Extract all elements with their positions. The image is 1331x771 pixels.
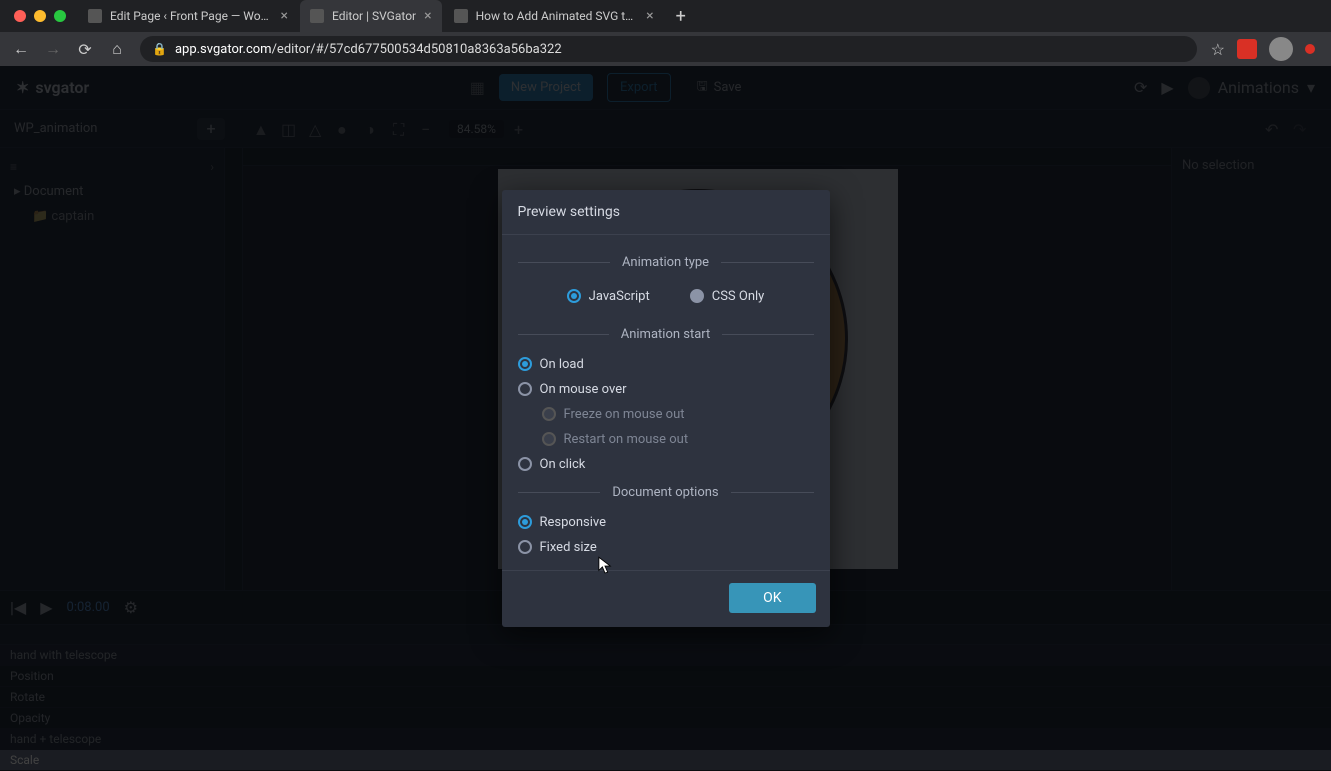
section-animation-type: Animation type xyxy=(518,255,814,270)
tab-title: How to Add Animated SVG to W xyxy=(476,9,639,23)
radio-on-mouse-over[interactable]: On mouse over xyxy=(518,377,814,402)
browser-chrome: Edit Page ‹ Front Page — WordP × Editor … xyxy=(0,0,1331,66)
radio-on-load[interactable]: On load xyxy=(518,352,814,377)
extension-icon[interactable] xyxy=(1237,39,1257,59)
notification-dot xyxy=(1305,44,1315,54)
lock-icon: 🔒 xyxy=(152,42,167,56)
section-animation-start: Animation start xyxy=(518,327,814,342)
section-document-options: Document options xyxy=(518,485,814,500)
track-property[interactable]: Scale xyxy=(0,750,1331,771)
radio-icon xyxy=(518,357,532,371)
radio-responsive[interactable]: Responsive xyxy=(518,510,814,535)
radio-javascript[interactable]: JavaScript xyxy=(567,284,650,309)
ok-button[interactable]: OK xyxy=(729,583,815,613)
radio-icon xyxy=(518,382,532,396)
home-button[interactable]: ⌂ xyxy=(108,39,126,59)
close-icon[interactable]: × xyxy=(646,8,653,24)
minimize-window-button[interactable] xyxy=(34,10,46,22)
tab-title: Editor | SVGator xyxy=(332,9,416,23)
preview-settings-modal: Preview settings Animation type JavaScri… xyxy=(502,190,830,627)
modal-title: Preview settings xyxy=(502,190,830,235)
url-text: app.svgator.com/editor/#/57cd677500534d5… xyxy=(175,42,562,57)
radio-icon xyxy=(518,515,532,529)
radio-fixed-size[interactable]: Fixed size xyxy=(518,535,814,560)
radio-icon xyxy=(542,407,556,421)
radio-css-only[interactable]: CSS Only xyxy=(690,284,765,309)
radio-icon xyxy=(690,289,704,303)
radio-icon xyxy=(518,457,532,471)
profile-avatar[interactable] xyxy=(1269,37,1293,61)
browser-tab-3[interactable]: How to Add Animated SVG to W × xyxy=(444,0,664,32)
close-icon[interactable]: × xyxy=(424,8,431,24)
bookmark-icon[interactable]: ☆ xyxy=(1211,40,1225,59)
reload-button[interactable]: ⟳ xyxy=(76,40,94,59)
radio-on-click[interactable]: On click xyxy=(518,452,814,477)
radio-restart-on-mouse-out: Restart on mouse out xyxy=(518,427,814,452)
address-bar[interactable]: 🔒 app.svgator.com/editor/#/57cd677500534… xyxy=(140,36,1197,62)
forward-button[interactable]: → xyxy=(44,39,62,59)
new-tab-button[interactable]: + xyxy=(666,6,696,27)
maximize-window-button[interactable] xyxy=(54,10,66,22)
tab-title: Edit Page ‹ Front Page — WordP xyxy=(110,9,273,23)
back-button[interactable]: ← xyxy=(12,39,30,59)
radio-icon xyxy=(567,289,581,303)
radio-icon xyxy=(542,432,556,446)
modal-overlay[interactable]: Preview settings Animation type JavaScri… xyxy=(0,66,1331,750)
radio-freeze-on-mouse-out: Freeze on mouse out xyxy=(518,402,814,427)
url-bar: ← → ⟳ ⌂ 🔒 app.svgator.com/editor/#/57cd6… xyxy=(0,32,1331,66)
browser-tab-2[interactable]: Editor | SVGator × xyxy=(300,0,442,32)
close-window-button[interactable] xyxy=(14,10,26,22)
browser-tab-1[interactable]: Edit Page ‹ Front Page — WordP × xyxy=(78,0,298,32)
favicon-icon xyxy=(454,9,468,23)
window-controls xyxy=(8,10,78,22)
favicon-icon xyxy=(310,9,324,23)
close-icon[interactable]: × xyxy=(281,8,288,24)
radio-icon xyxy=(518,540,532,554)
favicon-icon xyxy=(88,9,102,23)
tab-bar: Edit Page ‹ Front Page — WordP × Editor … xyxy=(0,0,1331,32)
